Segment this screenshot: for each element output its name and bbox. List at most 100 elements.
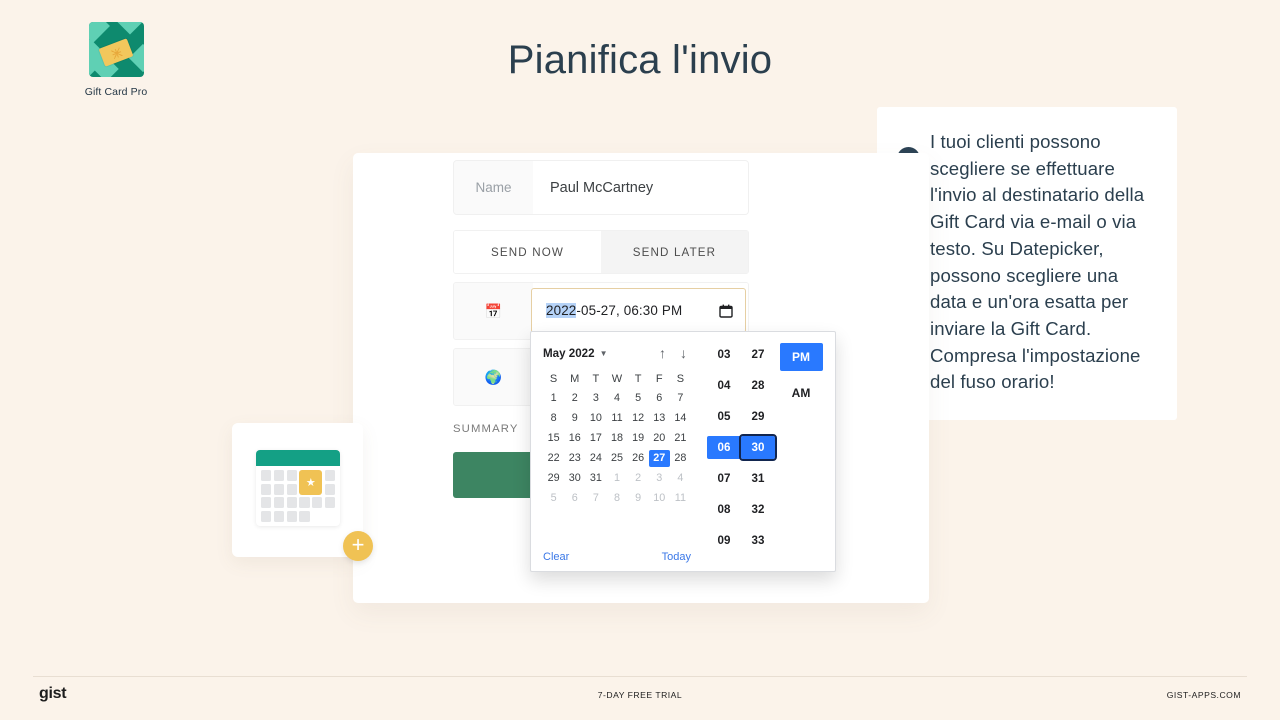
day-cell[interactable]: 2 bbox=[564, 390, 585, 407]
today-button[interactable]: Today bbox=[662, 551, 691, 563]
day-cell[interactable]: 8 bbox=[606, 490, 627, 507]
chevron-down-icon[interactable]: ▼ bbox=[600, 349, 608, 358]
day-cell[interactable]: 28 bbox=[670, 450, 691, 467]
day-cell[interactable]: 20 bbox=[649, 430, 670, 447]
day-cell[interactable]: 6 bbox=[649, 390, 670, 407]
send-mode-tabs: SEND NOW SEND LATER bbox=[453, 230, 749, 274]
weekday-4: T bbox=[634, 373, 642, 385]
name-field-label: Name bbox=[454, 161, 533, 214]
datetime-selected-segment: 2022 bbox=[546, 303, 577, 318]
day-cell[interactable]: 7 bbox=[585, 490, 606, 507]
day-cell[interactable]: 8 bbox=[543, 410, 564, 427]
calendar-emoji-icon: 📅 bbox=[484, 302, 503, 319]
day-cell[interactable]: 1 bbox=[543, 390, 564, 407]
week-row: 5 6 7 8 9 10 11 bbox=[543, 490, 691, 507]
datepicker-header: May 2022 ▼ ↑ ↓ bbox=[543, 344, 691, 362]
week-row: 29 30 31 1 2 3 4 bbox=[543, 470, 691, 487]
meridiem-option-selected[interactable]: PM bbox=[779, 343, 823, 371]
day-cell[interactable]: 10 bbox=[585, 410, 606, 427]
day-cell[interactable]: 30 bbox=[564, 470, 585, 487]
day-cell[interactable]: 13 bbox=[649, 410, 670, 427]
datepicker-footer: Clear Today bbox=[543, 551, 691, 563]
footer-divider bbox=[33, 676, 1247, 677]
day-cell[interactable]: 5 bbox=[628, 390, 649, 407]
hour-option[interactable]: 07 bbox=[707, 467, 741, 490]
datepicker-weeks: 1 2 3 4 5 6 7 8 9 10 11 12 13 14 15 16 17 18 19 20 21 22 23 24 2… bbox=[543, 390, 691, 507]
day-cell[interactable]: 23 bbox=[564, 450, 585, 467]
weekday-5: F bbox=[655, 373, 663, 385]
day-cell[interactable]: 18 bbox=[606, 430, 627, 447]
minute-option[interactable]: 32 bbox=[741, 498, 775, 521]
datepicker-weekday-row: SMTWTFS bbox=[543, 373, 691, 385]
day-cell[interactable]: 16 bbox=[564, 430, 585, 447]
hour-option[interactable]: 08 bbox=[707, 498, 741, 521]
meridiem-option[interactable]: AM bbox=[780, 379, 823, 407]
datepicker-popup[interactable]: May 2022 ▼ ↑ ↓ SMTWTFS 1 2 3 4 5 6 7 8 9 10 11 12 13… bbox=[530, 331, 836, 572]
meridiem-column: PM AM bbox=[775, 343, 827, 563]
weekday-3: W bbox=[611, 373, 623, 385]
brand-name: Gift Card Pro bbox=[84, 86, 148, 98]
calendar-icon[interactable] bbox=[719, 304, 733, 318]
datetime-input[interactable]: 2022-05-27, 06:30 PM bbox=[531, 288, 746, 333]
day-cell[interactable]: 4 bbox=[670, 470, 691, 487]
day-cell[interactable]: 12 bbox=[628, 410, 649, 427]
hour-option[interactable]: 09 bbox=[707, 529, 741, 552]
day-cell[interactable]: 25 bbox=[606, 450, 627, 467]
star-icon: ★ bbox=[299, 470, 323, 495]
day-cell[interactable]: 4 bbox=[606, 390, 627, 407]
week-row: 15 16 17 18 19 20 21 bbox=[543, 430, 691, 447]
day-cell[interactable]: 29 bbox=[543, 470, 564, 487]
day-cell[interactable]: 24 bbox=[585, 450, 606, 467]
day-cell-selected[interactable]: 27 bbox=[648, 450, 670, 467]
day-cell[interactable]: 9 bbox=[564, 410, 585, 427]
tab-send-later[interactable]: SEND LATER bbox=[601, 231, 748, 273]
day-cell[interactable]: 11 bbox=[606, 410, 627, 427]
datepicker-month-label[interactable]: May 2022 bbox=[543, 347, 595, 360]
day-cell[interactable]: 10 bbox=[649, 490, 670, 507]
hour-column: 03 04 05 06 07 08 09 bbox=[707, 343, 741, 563]
name-input[interactable]: Paul McCartney bbox=[533, 161, 748, 214]
day-cell[interactable]: 9 bbox=[628, 490, 649, 507]
hour-option[interactable]: 03 bbox=[707, 343, 741, 366]
minute-option[interactable]: 29 bbox=[741, 405, 775, 428]
day-cell[interactable]: 17 bbox=[585, 430, 606, 447]
day-cell[interactable]: 22 bbox=[543, 450, 564, 467]
summary-label: SUMMARY bbox=[453, 423, 519, 435]
calendar-illustration-header bbox=[256, 450, 340, 466]
day-cell[interactable]: 31 bbox=[585, 470, 606, 487]
day-cell[interactable]: 11 bbox=[670, 490, 691, 507]
hour-option[interactable]: 04 bbox=[707, 374, 741, 397]
calendar-illustration-card: ★ + bbox=[232, 423, 373, 561]
day-cell[interactable]: 6 bbox=[564, 490, 585, 507]
arrow-up-icon[interactable]: ↑ bbox=[659, 346, 666, 360]
day-cell[interactable]: 15 bbox=[543, 430, 564, 447]
day-cell[interactable]: 2 bbox=[628, 470, 649, 487]
minute-option[interactable]: 28 bbox=[741, 374, 775, 397]
day-cell[interactable]: 3 bbox=[585, 390, 606, 407]
add-badge-icon: + bbox=[343, 531, 373, 561]
day-cell[interactable]: 21 bbox=[670, 430, 691, 447]
day-cell[interactable]: 1 bbox=[606, 470, 627, 487]
minute-option-selected[interactable]: 30 bbox=[739, 434, 777, 461]
weekday-2: T bbox=[592, 373, 600, 385]
page-title: Pianifica l'invio bbox=[507, 38, 773, 82]
day-cell[interactable]: 7 bbox=[670, 390, 691, 407]
datetime-input-value: 2022-05-27, 06:30 PM bbox=[546, 303, 719, 318]
callout-text: I tuoi clienti possono scegliere se effe… bbox=[930, 131, 1145, 393]
minute-option[interactable]: 33 bbox=[741, 529, 775, 552]
minute-option[interactable]: 31 bbox=[741, 467, 775, 490]
weekday-6: S bbox=[676, 373, 685, 385]
hour-option[interactable]: 05 bbox=[707, 405, 741, 428]
hour-option-selected[interactable]: 06 bbox=[707, 436, 741, 459]
arrow-down-icon[interactable]: ↓ bbox=[680, 346, 687, 360]
week-row: 22 23 24 25 26 27 28 bbox=[543, 450, 691, 467]
clear-button[interactable]: Clear bbox=[543, 551, 569, 563]
day-cell[interactable]: 14 bbox=[670, 410, 691, 427]
day-cell[interactable]: 3 bbox=[649, 470, 670, 487]
tab-send-now[interactable]: SEND NOW bbox=[454, 231, 601, 273]
day-cell[interactable]: 19 bbox=[628, 430, 649, 447]
day-cell[interactable]: 5 bbox=[543, 490, 564, 507]
day-cell[interactable]: 26 bbox=[628, 450, 649, 467]
globe-emoji-icon: 🌍 bbox=[484, 368, 503, 385]
minute-option[interactable]: 27 bbox=[741, 343, 775, 366]
